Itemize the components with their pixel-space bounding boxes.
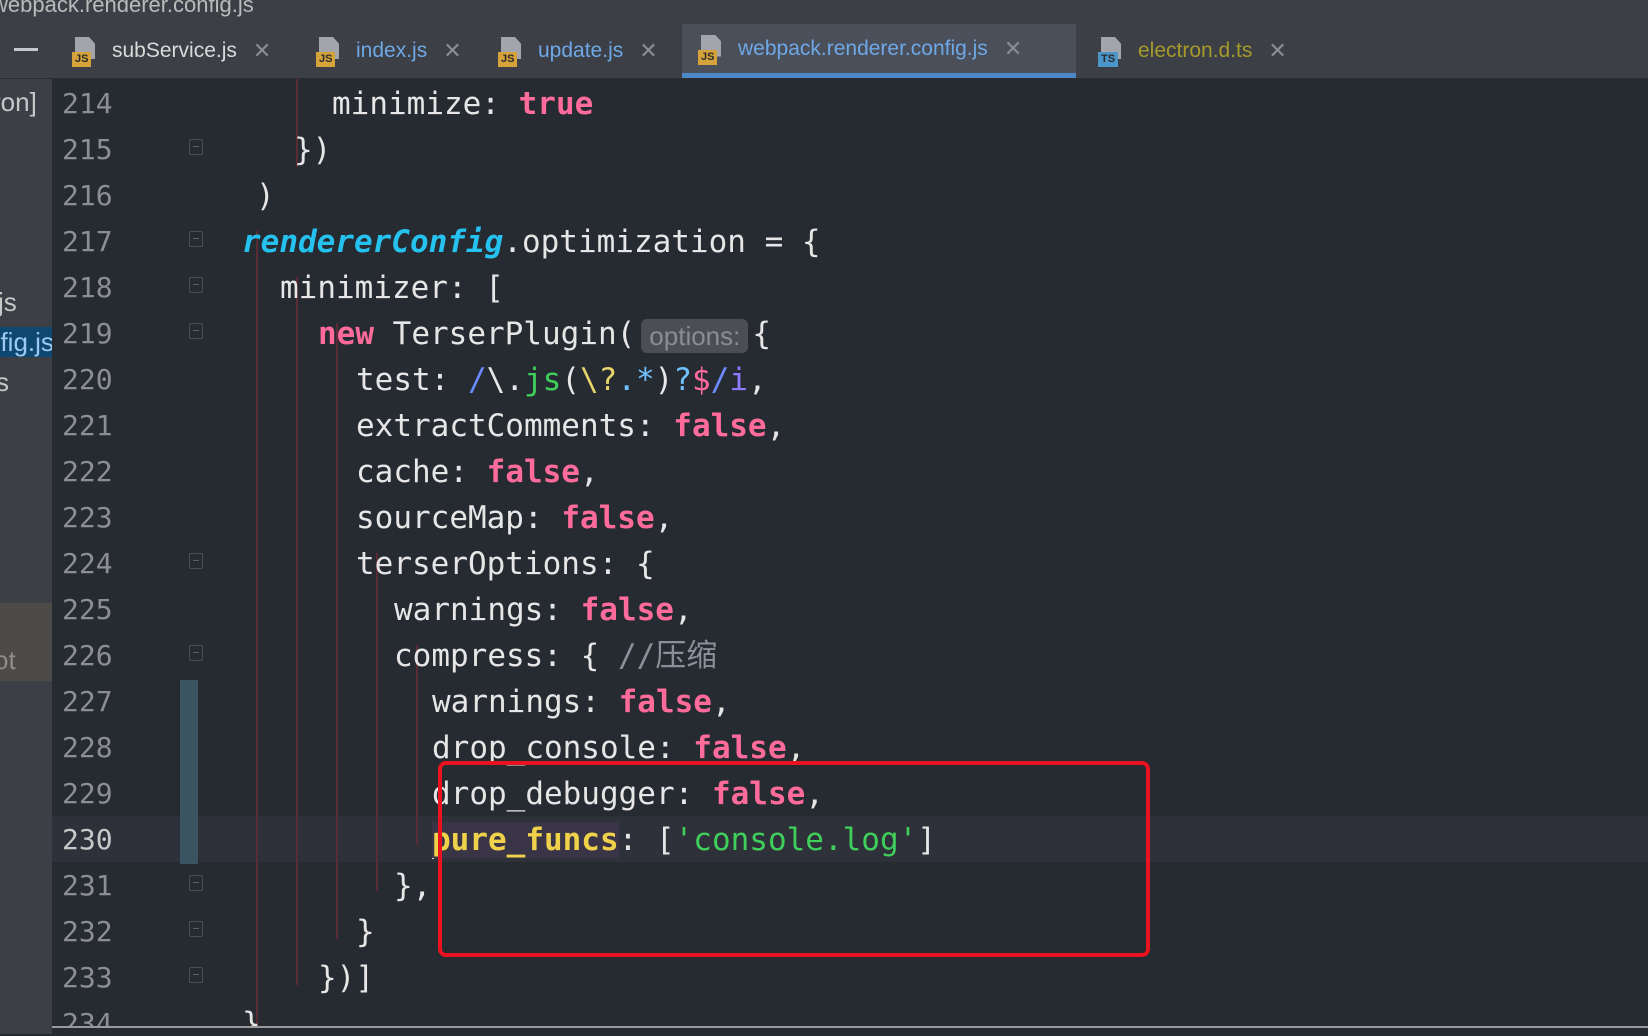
- fold-icon[interactable]: [189, 231, 203, 247]
- fold-icon[interactable]: [189, 323, 203, 339]
- code-line-220: test: /\.js(\?.*)?$/i,: [356, 362, 767, 398]
- code-line-222: cache: false,: [356, 454, 599, 490]
- code-line-231: },: [394, 868, 432, 904]
- line-number: 219: [62, 317, 113, 350]
- fold-icon[interactable]: [189, 277, 203, 293]
- line-number: 217: [62, 225, 113, 258]
- line-number: 224: [62, 547, 113, 580]
- line-number: 218: [62, 271, 113, 304]
- code-line-233: })]: [318, 960, 374, 996]
- line-number: 220: [62, 363, 113, 396]
- line-number: 216: [62, 179, 113, 212]
- line-number: 225: [62, 593, 113, 626]
- project-item[interactable]: js: [0, 287, 17, 317]
- line-number: 234: [62, 1007, 113, 1026]
- line-number: 223: [62, 501, 113, 534]
- line-number: 221: [62, 409, 113, 442]
- indent-guide: [376, 553, 378, 891]
- project-item[interactable]: s: [0, 367, 9, 397]
- tab-subservice[interactable]: JS subService.js ✕: [56, 24, 288, 78]
- line-number: 227: [62, 685, 113, 718]
- project-panel: ron] js nfig.js s ot: [0, 79, 52, 1034]
- js-file-icon: JS: [314, 35, 344, 67]
- line-number-current: 230: [62, 823, 113, 856]
- tab-electron-dts[interactable]: TS electron.d.ts ✕: [1082, 24, 1310, 78]
- close-icon[interactable]: ✕: [639, 38, 657, 64]
- code-line-225: warnings: false,: [394, 592, 693, 628]
- code-line-223: sourceMap: false,: [356, 500, 674, 536]
- minus-icon[interactable]: [14, 48, 38, 51]
- code-line-234: }: [242, 1006, 261, 1026]
- editor-bottom-edge: [52, 1026, 1648, 1036]
- close-icon[interactable]: ✕: [1268, 38, 1286, 64]
- line-number: 226: [62, 639, 113, 672]
- line-number: 228: [62, 731, 113, 764]
- fold-icon[interactable]: [189, 553, 203, 569]
- fold-icon[interactable]: [189, 139, 203, 155]
- line-number: 231: [62, 869, 113, 902]
- js-file-icon: JS: [696, 33, 726, 65]
- code-line-224: terserOptions: {: [356, 546, 655, 582]
- close-icon[interactable]: ✕: [443, 38, 461, 64]
- code-line-216: ): [256, 178, 275, 214]
- close-icon[interactable]: ✕: [1004, 36, 1022, 62]
- code-line-219: new TerserPlugin(options:{: [318, 316, 772, 353]
- tab-label: index.js: [356, 39, 428, 62]
- line-number: 214: [62, 87, 113, 120]
- code-line-218: minimizer: [: [280, 270, 504, 306]
- vcs-change-marker[interactable]: [180, 680, 198, 864]
- project-item-selected[interactable]: nfig.js: [0, 327, 52, 357]
- code-line-221: extractComments: false,: [356, 408, 786, 444]
- annotation-highlight-box: [438, 761, 1150, 957]
- project-item[interactable]: ot: [0, 645, 16, 675]
- line-number: 215: [62, 133, 113, 166]
- tab-label: subService.js: [112, 39, 237, 62]
- js-file-icon: JS: [496, 35, 526, 67]
- fold-icon[interactable]: [189, 645, 203, 661]
- code-line-232: }: [356, 914, 375, 950]
- close-icon[interactable]: ✕: [253, 38, 271, 64]
- indent-guide: [336, 323, 338, 939]
- indent-guide: [296, 277, 298, 985]
- indent-guide: [256, 231, 258, 1026]
- line-number: 229: [62, 777, 113, 810]
- fold-icon[interactable]: [189, 921, 203, 937]
- js-file-icon: JS: [70, 35, 100, 67]
- line-number: 232: [62, 915, 113, 948]
- tab-label: update.js: [538, 39, 624, 62]
- window-title: webpack.renderer.config.js: [0, 0, 1648, 24]
- line-number: 233: [62, 961, 113, 994]
- ts-file-icon: TS: [1096, 35, 1126, 67]
- code-line-215: }): [294, 132, 332, 168]
- code-line-214: minimize: true: [332, 86, 594, 122]
- code-editor[interactable]: 214 215 216 217 218 219 220 221 222 223 …: [52, 79, 1648, 1026]
- tab-label: webpack.renderer.config.js: [738, 36, 988, 60]
- fold-icon[interactable]: [189, 875, 203, 891]
- parameter-hint: options:: [641, 318, 749, 353]
- tab-index[interactable]: JS index.js ✕: [300, 24, 470, 78]
- editor-tab-bar: JS subService.js ✕ JS index.js ✕ JS upda…: [0, 24, 1648, 79]
- tab-label: electron.d.ts: [1138, 39, 1253, 62]
- code-line-226: compress: { //压缩: [394, 638, 718, 674]
- code-line-227: warnings: false,: [432, 684, 731, 720]
- tab-webpack-renderer-config[interactable]: JS webpack.renderer.config.js ✕: [682, 24, 1076, 78]
- fold-icon[interactable]: [189, 967, 203, 983]
- line-number: 222: [62, 455, 113, 488]
- tab-update[interactable]: JS update.js ✕: [482, 24, 678, 78]
- project-item[interactable]: ron]: [0, 87, 37, 117]
- code-line-217: rendererConfig.optimization = {: [242, 224, 821, 260]
